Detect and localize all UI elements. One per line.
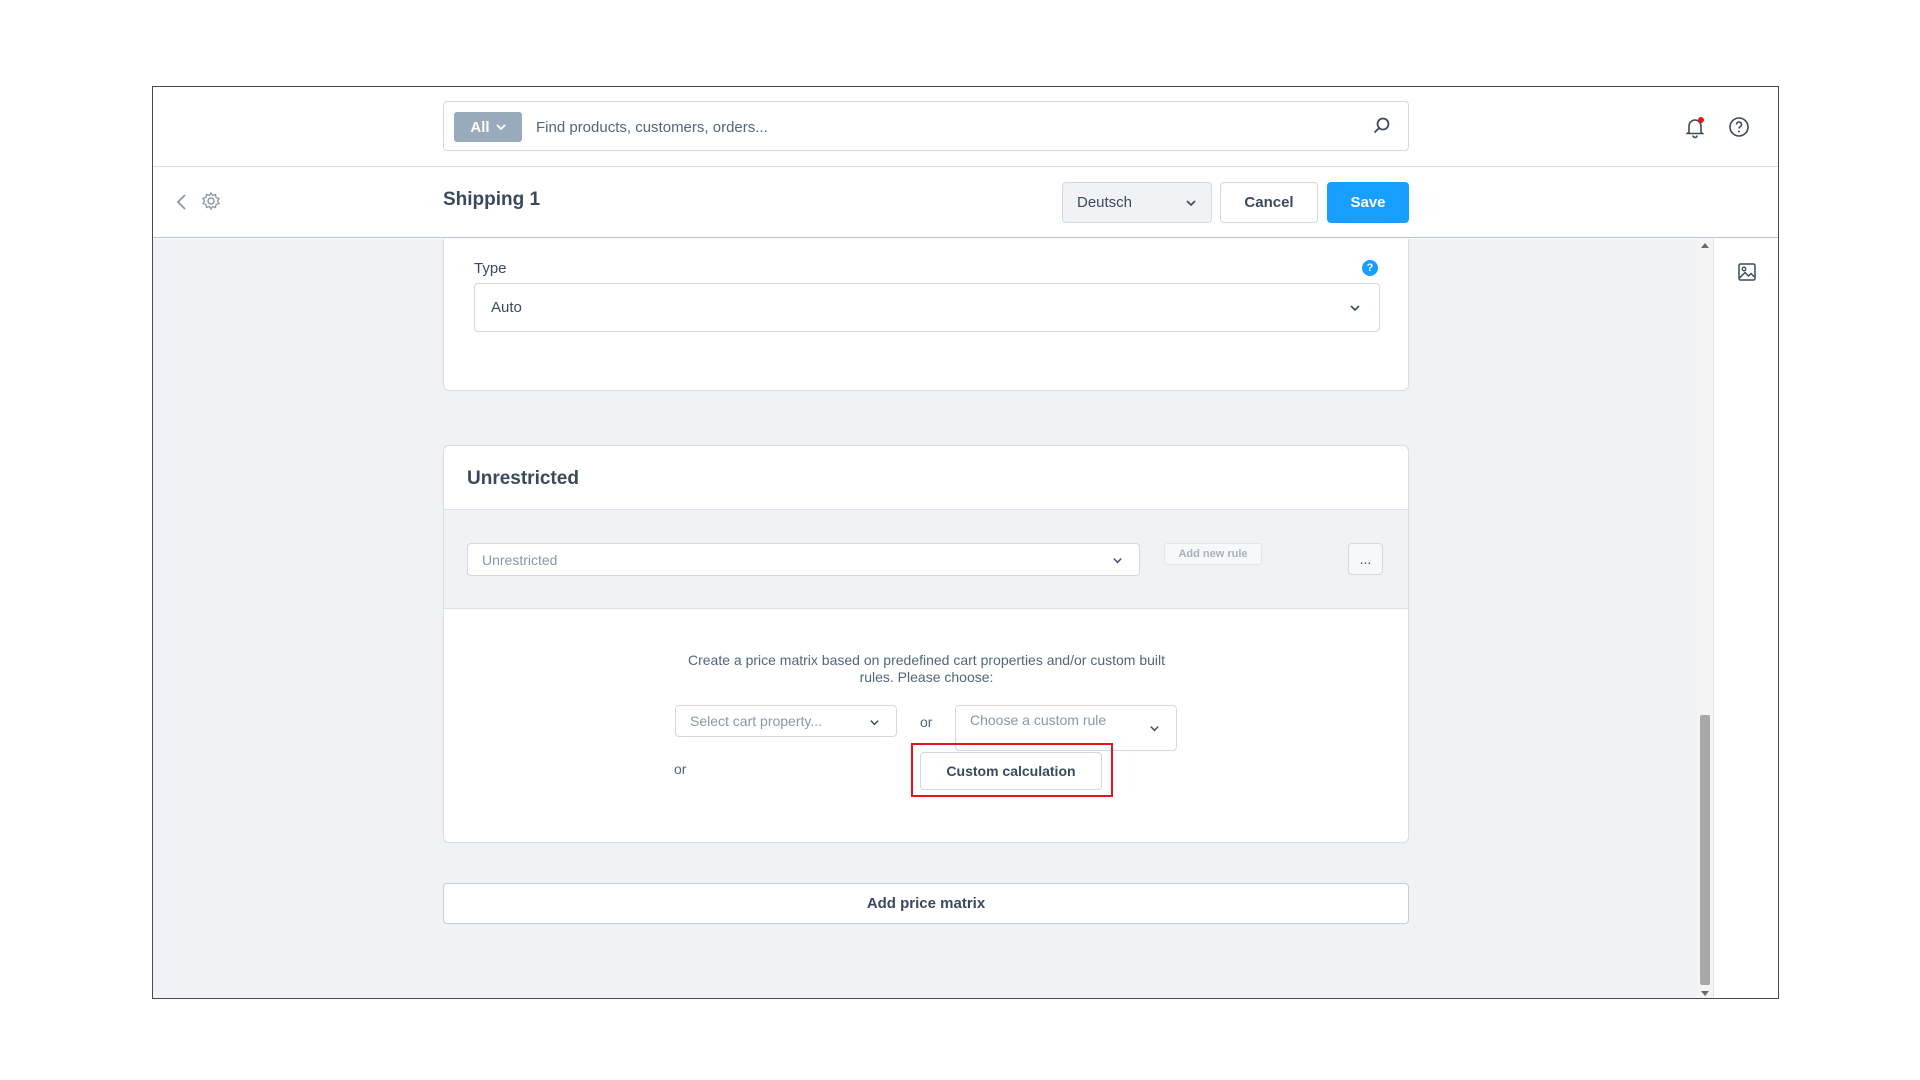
scroll-down-arrow[interactable]: [1701, 991, 1709, 996]
language-value: Deutsch: [1077, 194, 1133, 211]
main-content: Type ? Auto Unrestricted Unrestricted Ad…: [153, 239, 1713, 998]
help-circle-icon[interactable]: [1727, 115, 1751, 139]
type-value: Auto: [491, 299, 522, 316]
rule-select[interactable]: Unrestricted: [467, 543, 1140, 576]
scroll-up-arrow[interactable]: [1701, 243, 1709, 248]
help-icon[interactable]: ?: [1362, 260, 1378, 276]
search-scope-label: All: [470, 118, 490, 136]
custom-calculation-button[interactable]: Custom calculation: [920, 752, 1102, 790]
chevron-down-icon: [1150, 726, 1159, 732]
scrollbar-thumb[interactable]: [1700, 715, 1710, 985]
app-window: All Shipping 1 Deutsch Cancel: [152, 86, 1779, 999]
type-select[interactable]: Auto: [474, 283, 1380, 332]
smart-bar: Shipping 1 Deutsch Cancel Save: [153, 167, 1778, 238]
language-select[interactable]: Deutsch: [1062, 182, 1212, 223]
save-button[interactable]: Save: [1327, 182, 1409, 223]
type-card: Type ? Auto: [443, 239, 1409, 391]
rule-toolbar: Unrestricted Add new rule ...: [444, 509, 1408, 609]
right-sidebar: [1713, 239, 1778, 998]
image-icon[interactable]: [1736, 261, 1758, 283]
chevron-down-icon: [870, 720, 879, 726]
cart-property-select[interactable]: Select cart property...: [675, 705, 897, 737]
page-title: Shipping 1: [443, 189, 541, 210]
matrix-description: Create a price matrix based on predefine…: [687, 652, 1166, 685]
unrestricted-card: Unrestricted Unrestricted Add new rule .…: [443, 445, 1409, 843]
rule-value: Unrestricted: [482, 551, 558, 568]
search-input[interactable]: [536, 112, 1336, 142]
search-scope-dropdown[interactable]: All: [454, 112, 522, 142]
cart-property-placeholder: Select cart property...: [690, 713, 823, 729]
chevron-down-icon: [1186, 200, 1196, 207]
add-new-rule-button[interactable]: Add new rule: [1164, 543, 1262, 565]
search-icon[interactable]: [1372, 116, 1392, 136]
top-header: All: [153, 87, 1778, 167]
custom-rule-placeholder: Choose a custom rule: [970, 712, 1107, 728]
more-actions-button[interactable]: ...: [1348, 543, 1383, 575]
global-search: All: [443, 101, 1409, 151]
cancel-button[interactable]: Cancel: [1220, 182, 1318, 223]
add-price-matrix-button[interactable]: Add price matrix: [443, 883, 1409, 924]
scrollbar[interactable]: [1697, 239, 1713, 998]
gear-icon[interactable]: [201, 191, 221, 211]
chevron-down-icon: [495, 124, 506, 131]
type-label: Type: [474, 260, 507, 277]
chevron-down-icon: [1113, 558, 1122, 564]
or-separator: or: [920, 714, 933, 730]
card-title: Unrestricted: [467, 468, 579, 489]
or-separator: or: [674, 761, 687, 777]
chevron-down-icon: [1350, 305, 1360, 312]
bell-icon[interactable]: [1683, 115, 1707, 139]
back-arrow-icon[interactable]: [171, 191, 193, 213]
